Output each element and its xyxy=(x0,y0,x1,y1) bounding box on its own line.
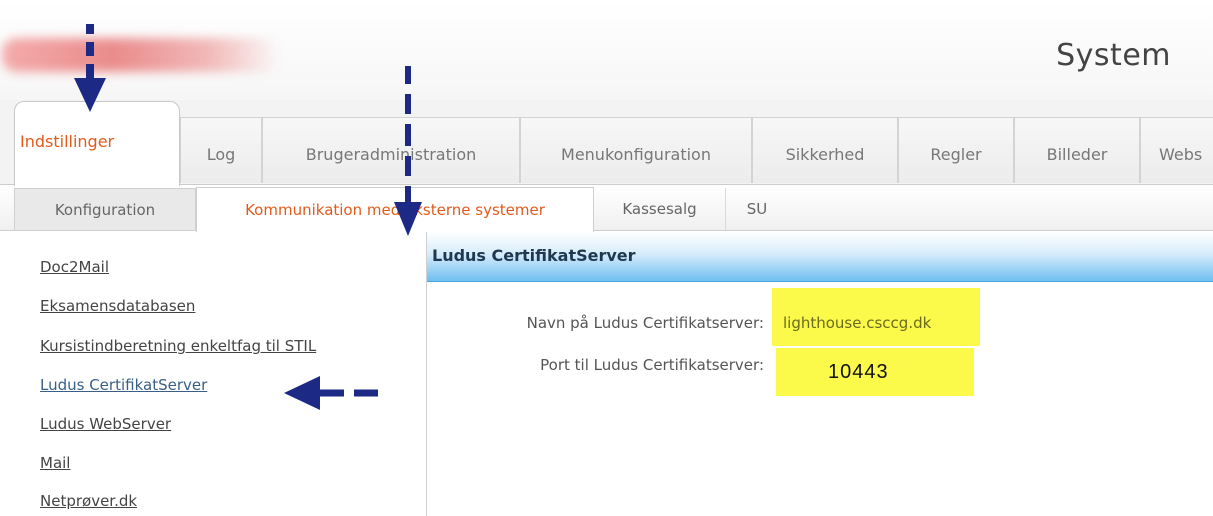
blurred-logo xyxy=(2,38,280,72)
nav-link-ludus-certifikatserver[interactable]: Ludus CertifikatServer xyxy=(40,376,207,394)
tab-menukonfiguration[interactable]: Menukonfiguration xyxy=(520,117,752,183)
tab-label: Log xyxy=(206,145,236,164)
subtab-kassesalg[interactable]: Kassesalg xyxy=(594,188,726,230)
field-label-server-name: Navn på Ludus Certifikatserver: xyxy=(526,314,764,332)
tab-regler[interactable]: Regler xyxy=(898,117,1014,183)
arrow-left-icon xyxy=(284,376,378,410)
nav-link-eksamensdatabasen[interactable]: Eksamensdatabasen xyxy=(40,297,195,315)
server-name-value[interactable]: lighthouse.csccg.dk xyxy=(783,314,931,332)
nav-link-ludus-webserver[interactable]: Ludus WebServer xyxy=(40,415,171,433)
nav-link-kursistindberetning[interactable]: Kursistindberetning enkeltfag til STIL xyxy=(40,337,316,355)
tab-webs[interactable]: Webs xyxy=(1140,117,1213,183)
tab-label: Webs xyxy=(1159,145,1203,164)
nav-link-netprover[interactable]: Netprøver.dk xyxy=(40,492,137,510)
tab-label: Regler xyxy=(930,145,982,164)
tab-sikkerhed[interactable]: Sikkerhed xyxy=(752,117,898,183)
arrow-down-icon xyxy=(394,66,422,236)
app-header: System xyxy=(0,0,1213,100)
tab-label: Menukonfiguration xyxy=(561,145,711,164)
field-label-port: Port til Ludus Certifikatserver: xyxy=(540,356,764,374)
tab-billeder[interactable]: Billeder xyxy=(1014,117,1140,183)
tab-log[interactable]: Log xyxy=(180,117,262,183)
subtab-konfiguration[interactable]: Konfiguration xyxy=(14,188,196,230)
page: System Indstillinger Log Brugeradministr… xyxy=(0,0,1213,516)
nav-link-mail[interactable]: Mail xyxy=(40,454,70,472)
panel-title: Ludus CertifikatServer xyxy=(432,246,636,265)
subtab-su[interactable]: SU xyxy=(727,188,787,230)
arrow-down-icon xyxy=(74,24,106,112)
subtab-label: SU xyxy=(746,200,768,218)
tab-label: Indstillinger xyxy=(20,131,115,151)
nav-link-doc2mail[interactable]: Doc2Mail xyxy=(40,258,109,276)
subtab-label: Kassesalg xyxy=(622,200,697,218)
subtab-label: Konfiguration xyxy=(54,200,156,219)
tab-label: Sikkerhed xyxy=(785,145,865,164)
tab-label: Billeder xyxy=(1046,145,1108,164)
system-title: System xyxy=(1056,38,1171,73)
port-value[interactable]: 10443 xyxy=(828,361,889,384)
